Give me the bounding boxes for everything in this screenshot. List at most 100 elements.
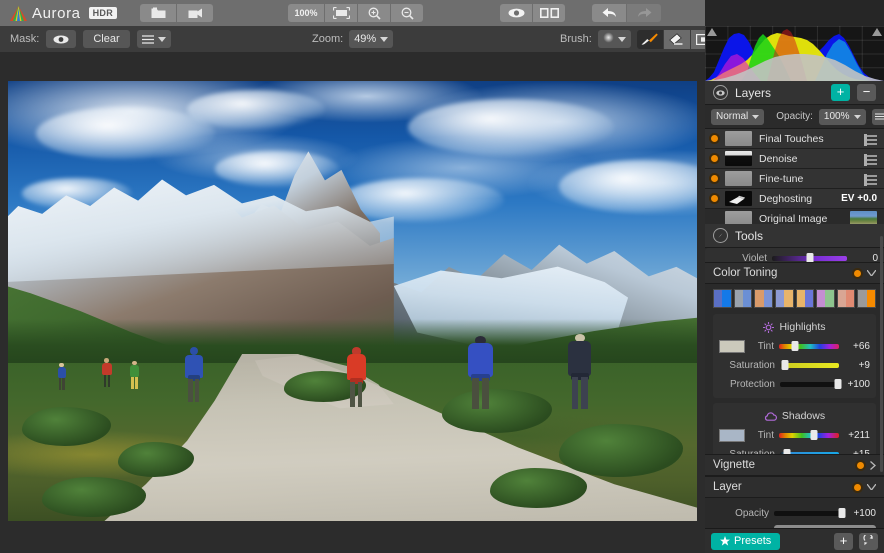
- chevron-right-icon: [870, 461, 876, 470]
- zoom-out-icon[interactable]: [391, 4, 423, 22]
- layer-section-header[interactable]: Layer: [705, 476, 884, 498]
- blend-mode-dropdown[interactable]: Normal: [711, 109, 764, 125]
- cloud: [408, 99, 615, 156]
- highlight-clip-triangle[interactable]: [872, 28, 882, 36]
- export-share-icon[interactable]: [177, 4, 213, 22]
- highlights-protection-label: Protection: [719, 379, 775, 390]
- highlights-tint-value: +66: [844, 341, 870, 352]
- plus-icon[interactable]: +: [834, 533, 853, 550]
- zoom-in-icon[interactable]: [358, 4, 390, 22]
- zoom-100-button[interactable]: 100%: [288, 4, 324, 22]
- layer-visibility-toggle[interactable]: [711, 175, 718, 182]
- remove-layer-button[interactable]: −: [857, 84, 876, 101]
- highlights-saturation-knob[interactable]: [782, 360, 789, 370]
- chevron-down-icon: [867, 270, 876, 276]
- highlights-protection-track[interactable]: [780, 382, 839, 387]
- canvas-area[interactable]: [0, 52, 705, 553]
- clear-mask-button[interactable]: Clear: [83, 30, 129, 48]
- layer-visibility-toggle[interactable]: [711, 155, 718, 162]
- highlights-tint-knob[interactable]: [791, 341, 798, 351]
- mask-menu-dropdown[interactable]: [137, 30, 171, 48]
- layer-visibility-toggle[interactable]: [711, 195, 718, 202]
- panel-scrollbar[interactable]: [880, 236, 883, 472]
- fit-to-screen-icon[interactable]: [325, 4, 357, 22]
- layer-thumbnail: [725, 191, 752, 206]
- layer-opacity-knob[interactable]: [839, 508, 846, 518]
- toning-preset[interactable]: [775, 289, 794, 308]
- shadow-clip-triangle[interactable]: [707, 28, 717, 36]
- toning-preset[interactable]: [754, 289, 773, 308]
- hiker: [56, 363, 67, 390]
- vignette-enable-toggle[interactable]: [857, 462, 864, 469]
- shadows-tint-knob[interactable]: [811, 430, 818, 440]
- eraser-icon[interactable]: [664, 30, 690, 49]
- highlights-saturation-label: Saturation: [719, 360, 775, 371]
- hiker: [129, 361, 141, 389]
- toning-preset[interactable]: [816, 289, 835, 308]
- highlights-tint-track[interactable]: [779, 344, 839, 349]
- eye-preview-icon[interactable]: [500, 4, 532, 22]
- eye-icon[interactable]: [46, 30, 76, 48]
- layer-ev-value: EV +0.0: [841, 193, 877, 204]
- aurora-triangle-logo: [10, 6, 27, 21]
- highlights-group: Highlights Tint +66 Saturation +9: [713, 314, 876, 398]
- paintbrush-icon[interactable]: [637, 30, 663, 49]
- table-row[interactable]: Deghosting EV +0.0: [705, 189, 884, 209]
- add-layer-button[interactable]: +: [831, 84, 850, 101]
- tools-panel-header: Tools: [705, 224, 884, 248]
- violet-slider-label: Violet: [711, 253, 767, 263]
- zoom-label: Zoom:: [312, 33, 343, 45]
- sliders-icon[interactable]: [864, 173, 877, 184]
- layer-menu-dropdown[interactable]: [872, 109, 884, 125]
- refresh-icon[interactable]: [859, 533, 878, 550]
- color-toning-enable-toggle[interactable]: [854, 270, 861, 277]
- color-toning-header[interactable]: Color Toning: [705, 262, 884, 284]
- layer-thumbnail: [725, 151, 752, 166]
- app-name: Aurora: [32, 5, 81, 22]
- toning-preset[interactable]: [837, 289, 856, 308]
- undo-arrow-icon[interactable]: [592, 4, 626, 22]
- sliders-icon[interactable]: [864, 133, 877, 144]
- redo-arrow-icon[interactable]: [627, 4, 661, 22]
- table-row[interactable]: Final Touches: [705, 129, 884, 149]
- mask-label: Mask:: [10, 33, 39, 45]
- toning-preset[interactable]: [713, 289, 732, 308]
- shadows-color-swatch[interactable]: [719, 429, 745, 442]
- violet-slider-knob[interactable]: [806, 253, 813, 262]
- photo-canvas[interactable]: [8, 81, 697, 521]
- split-compare-icon[interactable]: [533, 4, 565, 22]
- violet-slider-value: 0: [852, 253, 878, 263]
- vignette-header[interactable]: Vignette: [705, 454, 884, 476]
- brush-size-dropdown[interactable]: [598, 30, 631, 48]
- zoom-value-dropdown[interactable]: 49%: [349, 30, 393, 48]
- violet-slider-track[interactable]: [772, 256, 847, 261]
- shadows-title-row: Shadows: [719, 407, 870, 427]
- table-row[interactable]: Fine-tune: [705, 169, 884, 189]
- open-folder-icon[interactable]: [140, 4, 176, 22]
- sun-icon: [763, 322, 774, 333]
- layer-opacity-track[interactable]: [774, 511, 845, 516]
- highlights-title: Highlights: [779, 321, 825, 333]
- hiker: [346, 347, 368, 406]
- cloud-icon: [764, 412, 777, 421]
- blend-mode-value: Normal: [716, 111, 748, 122]
- shadows-tint-track[interactable]: [779, 433, 839, 438]
- layer-name: Deghosting: [759, 193, 834, 205]
- presets-button[interactable]: Presets: [711, 533, 780, 550]
- highlights-saturation-track[interactable]: [780, 363, 839, 368]
- highlights-protection-knob[interactable]: [834, 379, 841, 389]
- toning-preset[interactable]: [734, 289, 753, 308]
- layer-opacity-dropdown[interactable]: 100%: [819, 109, 866, 125]
- highlights-color-swatch[interactable]: [719, 340, 745, 353]
- layer-visibility-toggle[interactable]: [711, 215, 718, 222]
- layer-visibility-toggle[interactable]: [711, 135, 718, 142]
- table-row[interactable]: Denoise: [705, 149, 884, 169]
- sliders-icon[interactable]: [864, 153, 877, 164]
- layer-list: Final Touches Denoise Fine-tune: [705, 129, 884, 229]
- toning-preset[interactable]: [796, 289, 815, 308]
- layer-section-enable-toggle[interactable]: [854, 484, 861, 491]
- brush-size-icon: [603, 32, 614, 46]
- hamburger-menu-icon: [142, 35, 154, 44]
- histogram-display[interactable]: [705, 26, 884, 81]
- toning-preset[interactable]: [857, 289, 876, 308]
